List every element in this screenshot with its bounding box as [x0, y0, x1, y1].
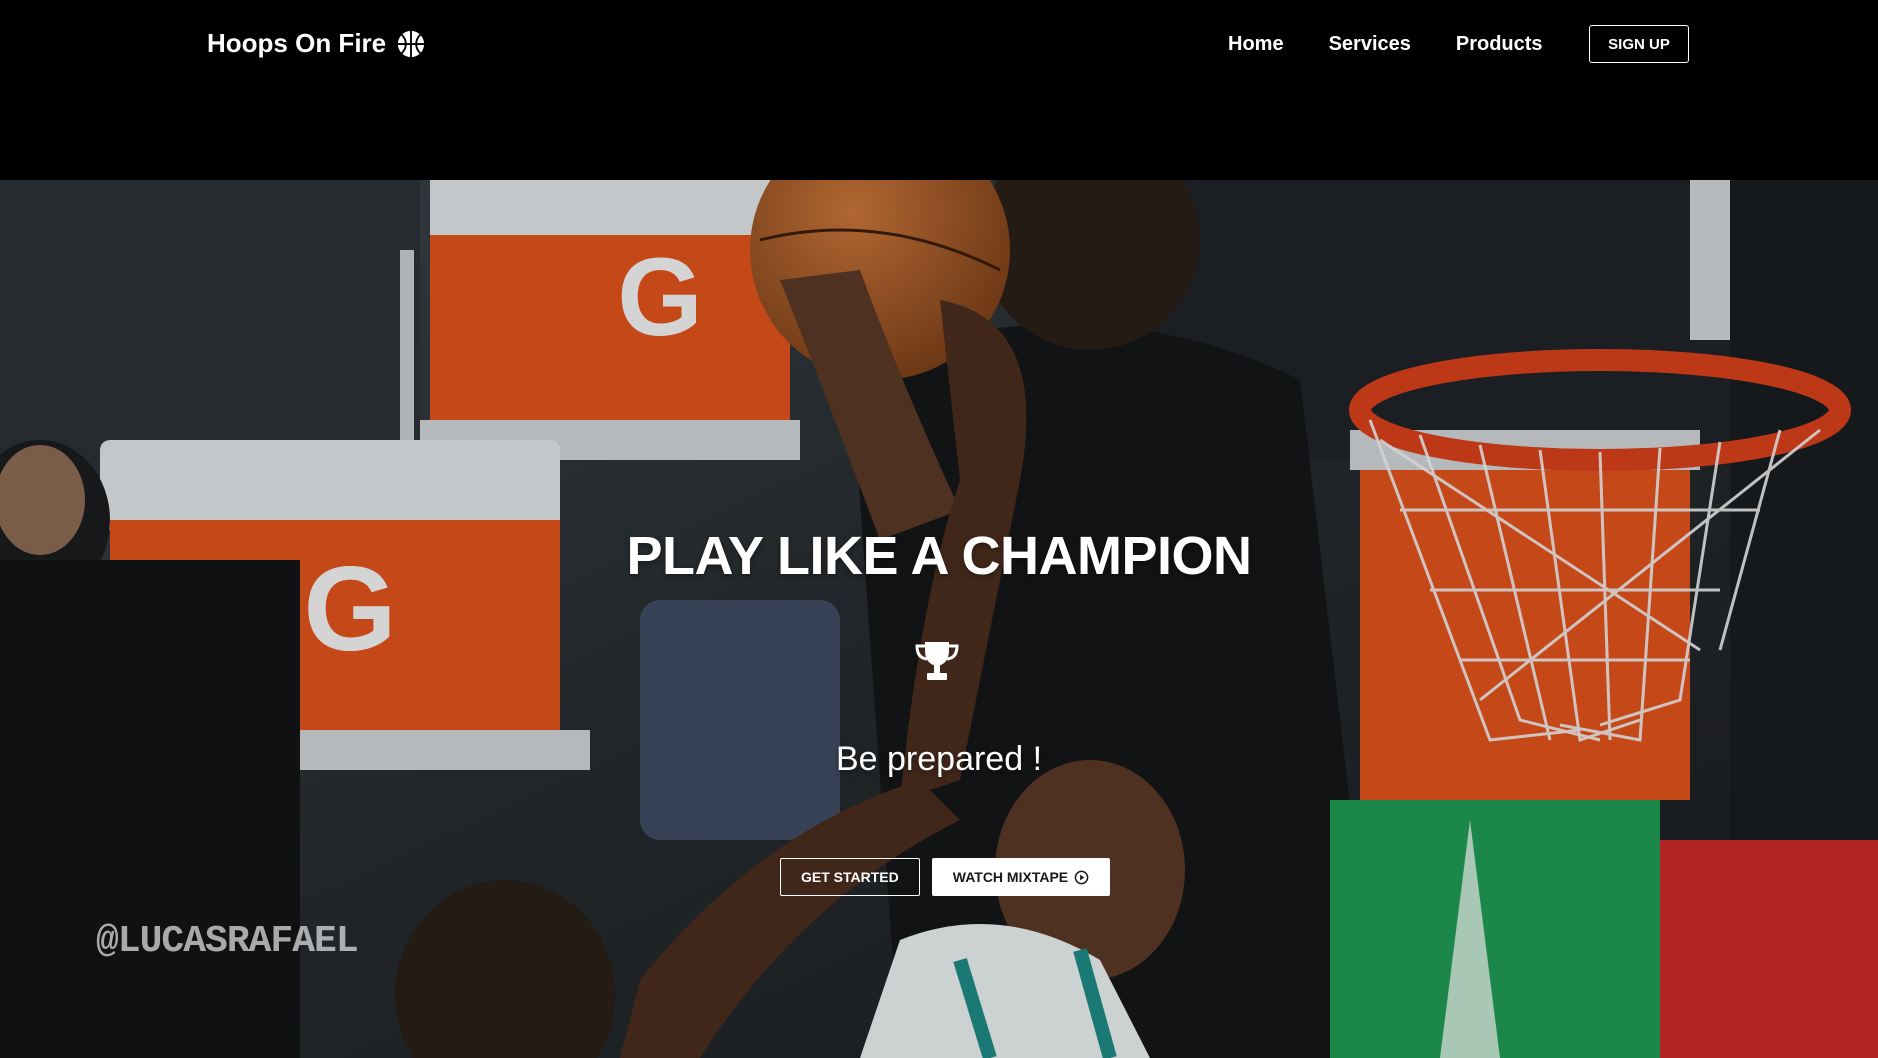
hero-section: G G PLAY LIKE A CHAMPION Be prepared ! G…: [0, 180, 1878, 1058]
nav-link-home[interactable]: Home: [1228, 30, 1284, 58]
watch-mixtape-button[interactable]: WATCH MIXTAPE: [931, 858, 1111, 896]
navbar: Hoops On Fire Home Services Products SIG…: [0, 0, 1878, 180]
hero-title: PLAY LIKE A CHAMPION: [626, 526, 1252, 586]
hero-buttons: GET STARTED WATCH MIXTAPE: [780, 858, 1111, 896]
brand-logo[interactable]: Hoops On Fire: [207, 28, 426, 59]
get-started-button[interactable]: GET STARTED: [780, 858, 920, 896]
play-circle-icon: [1074, 870, 1089, 884]
hero-subtitle: Be prepared !: [835, 740, 1043, 778]
basketball-icon: [398, 30, 425, 57]
nav-links: Home Services Products: [1228, 30, 1543, 58]
brand-name: Hoops On Fire: [207, 28, 387, 58]
signup-button[interactable]: SIGN UP: [1589, 25, 1689, 63]
watch-mixtape-label: WATCH MIXTAPE: [952, 869, 1069, 885]
trophy-icon: [915, 642, 959, 680]
video-watermark: @LUCASRAFAEL: [96, 920, 359, 963]
get-started-label: GET STARTED: [801, 869, 899, 885]
nav-link-services[interactable]: Services: [1329, 30, 1411, 58]
nav-link-products[interactable]: Products: [1456, 30, 1543, 58]
